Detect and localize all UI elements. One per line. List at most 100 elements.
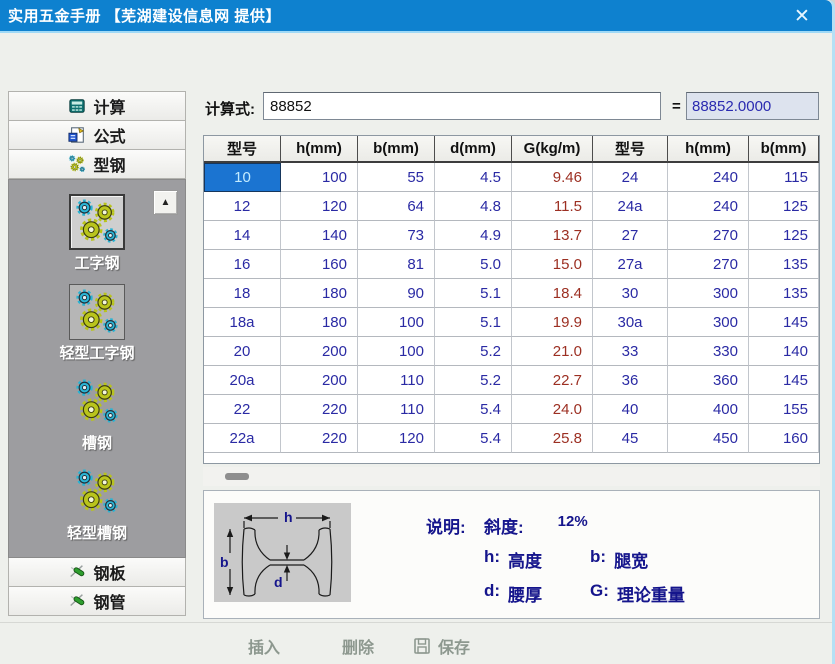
grid-cell[interactable]: 135 (749, 279, 819, 308)
grid-cell[interactable]: 12 (204, 192, 281, 221)
scrollbar-thumb[interactable] (225, 473, 249, 480)
grid-cell[interactable]: 145 (749, 308, 819, 337)
sidebar-item-steel-plate[interactable]: 钢板 (8, 557, 186, 587)
grid-cell[interactable]: 18.4 (512, 279, 593, 308)
grid-cell[interactable]: 125 (749, 192, 819, 221)
grid-cell[interactable]: 270 (668, 221, 749, 250)
grid-cell[interactable]: 20 (204, 337, 281, 366)
grid-cell[interactable]: 9.46 (512, 163, 593, 192)
grid-cell[interactable]: 10 (204, 163, 281, 192)
grid-cell[interactable]: 400 (668, 395, 749, 424)
scroll-up-button[interactable]: ▲ (153, 190, 178, 215)
grid-cell[interactable]: 90 (358, 279, 435, 308)
grid-cell[interactable]: 15.0 (512, 250, 593, 279)
grid-cell[interactable]: 4.8 (435, 192, 512, 221)
grid-cell[interactable]: 24a (593, 192, 668, 221)
grid-cell[interactable]: 180 (281, 279, 358, 308)
grid-cell[interactable]: 18 (204, 279, 281, 308)
column-header[interactable]: 型号 (204, 136, 281, 163)
column-header[interactable]: b(mm) (749, 136, 819, 163)
grid-cell[interactable]: 30a (593, 308, 668, 337)
grid-cell[interactable]: 40 (593, 395, 668, 424)
grid-cell[interactable]: 22a (204, 424, 281, 453)
sidebar-item-calculate[interactable]: 计算 (8, 91, 186, 121)
grid-cell[interactable]: 270 (668, 250, 749, 279)
grid-cell[interactable]: 4.5 (435, 163, 512, 192)
shape-item-i-beam[interactable]: 工字钢 (69, 194, 125, 273)
grid-cell[interactable]: 20a (204, 366, 281, 395)
grid-cell[interactable]: 27 (593, 221, 668, 250)
grid-cell[interactable]: 200 (281, 337, 358, 366)
column-header[interactable]: d(mm) (435, 136, 512, 163)
grid-cell[interactable]: 120 (281, 192, 358, 221)
grid-cell[interactable]: 100 (281, 163, 358, 192)
grid-cell[interactable]: 140 (749, 337, 819, 366)
grid-cell[interactable]: 140 (281, 221, 358, 250)
grid-cell[interactable]: 55 (358, 163, 435, 192)
shape-item-channel[interactable]: 槽钢 (69, 374, 125, 453)
close-button[interactable]: ✕ (788, 4, 816, 28)
result-field[interactable]: 88852.0000 (686, 92, 819, 120)
grid-cell[interactable]: 30 (593, 279, 668, 308)
grid-cell[interactable]: 300 (668, 279, 749, 308)
grid-cell[interactable]: 18a (204, 308, 281, 337)
grid-cell[interactable]: 5.2 (435, 366, 512, 395)
grid-cell[interactable]: 25.8 (512, 424, 593, 453)
grid-cell[interactable]: 120 (358, 424, 435, 453)
grid-cell[interactable]: 240 (668, 163, 749, 192)
shape-item-light-channel[interactable]: 轻型槽钢 (67, 464, 127, 543)
grid-cell[interactable]: 4.9 (435, 221, 512, 250)
grid-cell[interactable]: 16 (204, 250, 281, 279)
grid-cell[interactable]: 160 (281, 250, 358, 279)
sidebar-item-formula[interactable]: 公式 (8, 120, 186, 150)
grid-cell[interactable]: 110 (358, 366, 435, 395)
grid-cell[interactable]: 160 (749, 424, 819, 453)
grid-cell[interactable]: 64 (358, 192, 435, 221)
grid-cell[interactable]: 33 (593, 337, 668, 366)
sidebar-item-section-steel[interactable]: 型钢 (8, 149, 186, 179)
column-header[interactable]: b(mm) (358, 136, 435, 163)
grid-cell[interactable]: 100 (358, 308, 435, 337)
grid-cell[interactable]: 27a (593, 250, 668, 279)
grid-cell[interactable]: 13.7 (512, 221, 593, 250)
grid-cell[interactable]: 21.0 (512, 337, 593, 366)
grid-cell[interactable]: 300 (668, 308, 749, 337)
grid-cell[interactable]: 360 (668, 366, 749, 395)
grid-cell[interactable]: 73 (358, 221, 435, 250)
grid-cell[interactable]: 36 (593, 366, 668, 395)
grid-cell[interactable]: 5.4 (435, 395, 512, 424)
column-header[interactable]: h(mm) (668, 136, 749, 163)
grid-cell[interactable]: 22 (204, 395, 281, 424)
grid-cell[interactable]: 220 (281, 424, 358, 453)
grid-cell[interactable]: 135 (749, 250, 819, 279)
grid-cell[interactable]: 155 (749, 395, 819, 424)
grid-cell[interactable]: 5.1 (435, 308, 512, 337)
column-header[interactable]: G(kg/m) (512, 136, 593, 163)
grid-cell[interactable]: 5.1 (435, 279, 512, 308)
grid-cell[interactable]: 45 (593, 424, 668, 453)
grid-cell[interactable]: 240 (668, 192, 749, 221)
shape-item-light-i-beam[interactable]: 轻型工字钢 (59, 284, 134, 363)
grid-cell[interactable]: 14 (204, 221, 281, 250)
grid-cell[interactable]: 450 (668, 424, 749, 453)
grid-cell[interactable]: 110 (358, 395, 435, 424)
grid-cell[interactable]: 5.2 (435, 337, 512, 366)
horizontal-scrollbar[interactable] (203, 467, 820, 486)
grid-cell[interactable]: 180 (281, 308, 358, 337)
grid-cell[interactable]: 125 (749, 221, 819, 250)
grid-cell[interactable]: 220 (281, 395, 358, 424)
grid-cell[interactable]: 81 (358, 250, 435, 279)
insert-button[interactable]: 插入 (248, 634, 280, 658)
grid-cell[interactable]: 24.0 (512, 395, 593, 424)
grid-cell[interactable]: 24 (593, 163, 668, 192)
sidebar-item-steel-pipe[interactable]: 钢管 (8, 586, 186, 616)
grid-cell[interactable]: 330 (668, 337, 749, 366)
grid-cell[interactable]: 145 (749, 366, 819, 395)
grid-cell[interactable]: 22.7 (512, 366, 593, 395)
expression-input[interactable] (263, 92, 661, 120)
column-header[interactable]: h(mm) (281, 136, 358, 163)
save-button[interactable]: 保存 (412, 634, 470, 658)
grid-cell[interactable]: 200 (281, 366, 358, 395)
grid-cell[interactable]: 100 (358, 337, 435, 366)
grid-cell[interactable]: 11.5 (512, 192, 593, 221)
